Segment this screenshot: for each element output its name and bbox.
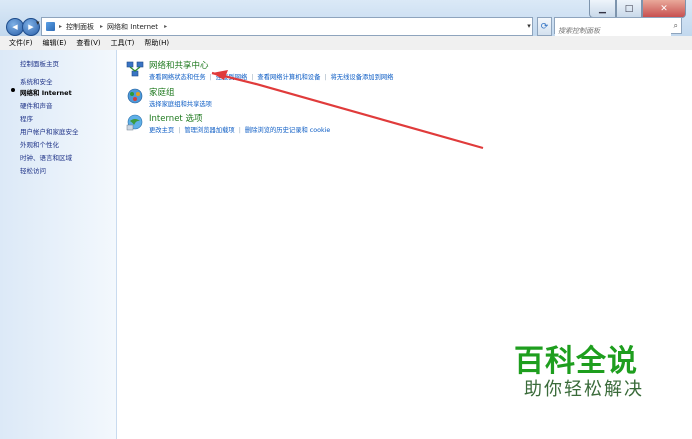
sidebar-item-hardware-sound[interactable]: 硬件和声音 <box>20 100 53 110</box>
sidebar-item-network-internet[interactable]: 网络和 Internet <box>20 87 72 97</box>
breadcrumb-separator: ▸ <box>59 23 63 30</box>
network-center-icon <box>126 61 144 77</box>
search-icon[interactable]: ⌕ <box>674 21 678 31</box>
sidebar-item-ease-of-access[interactable]: 轻松访问 <box>20 165 46 175</box>
active-bullet-icon <box>11 88 15 92</box>
breadcrumb-control-panel[interactable]: 控制面板 <box>66 22 94 32</box>
category-title-network-sharing[interactable]: 网络和共享中心 <box>149 59 393 71</box>
sidebar-item-user-accounts[interactable]: 用户帐户和家庭安全 <box>20 126 79 136</box>
breadcrumb-network-internet[interactable]: 网络和 Internet <box>107 22 158 32</box>
search-box[interactable]: ⌕ <box>554 17 682 39</box>
link-separator: | <box>324 74 327 81</box>
recent-pages-dropdown[interactable]: ▾ <box>36 19 40 27</box>
forward-arrow-icon: ▶ <box>28 23 34 31</box>
internet-options-icon <box>126 114 143 131</box>
sidebar-item-appearance[interactable]: 外观和个性化 <box>20 139 59 149</box>
link-separator: | <box>209 74 212 81</box>
sidebar-item-system-security[interactable]: 系统和安全 <box>20 76 53 86</box>
address-bar[interactable]: ▸ 控制面板 ▸ 网络和 Internet ▸ <box>41 17 533 36</box>
minimize-button[interactable]: ▁ <box>589 0 616 18</box>
sidebar-item-clock-language[interactable]: 时钟、语言和区域 <box>20 152 72 162</box>
link-connect-to-network[interactable]: 连接到网络 <box>216 74 247 81</box>
title-bar: ▁ □ ✕ ◀ ▶ ▾ ▸ 控制面板 ▸ 网络和 Internet ▸ ▾ ⟳ … <box>0 0 692 39</box>
address-dropdown-button[interactable]: ▾ <box>524 18 534 33</box>
link-separator: | <box>178 127 181 134</box>
sidebar-home-link[interactable]: 控制面板主页 <box>20 58 59 68</box>
back-arrow-icon: ◀ <box>12 23 18 31</box>
link-change-homepage[interactable]: 更改主页 <box>149 127 174 134</box>
breadcrumb-separator: ▸ <box>100 23 104 30</box>
maximize-button[interactable]: □ <box>616 0 642 18</box>
category-title-homegroup[interactable]: 家庭组 <box>149 86 212 98</box>
category-network-sharing: 网络和共享中心 查看网络状态和任务 | 连接到网络 | 查看网络计算机和设备 | 将无线设备… <box>125 59 393 81</box>
menu-tools[interactable]: 工具(T) <box>111 38 135 48</box>
control-panel-window: ▁ □ ✕ ◀ ▶ ▾ ▸ 控制面板 ▸ 网络和 Internet ▸ ▾ ⟳ … <box>0 0 692 439</box>
link-view-network-computers[interactable]: 查看网络计算机和设备 <box>257 74 320 81</box>
link-manage-addons[interactable]: 管理浏览器加载项 <box>184 127 234 134</box>
link-view-network-status[interactable]: 查看网络状态和任务 <box>149 74 206 81</box>
link-add-wireless-device[interactable]: 将无线设备添加到网络 <box>331 74 394 81</box>
refresh-icon: ⟳ <box>540 21 549 32</box>
menu-help[interactable]: 帮助(H) <box>144 38 169 48</box>
category-internet-options: Internet 选项 更改主页 | 管理浏览器加载项 | 删除浏览的历史记录和 coo… <box>125 112 330 134</box>
close-button[interactable]: ✕ <box>642 0 686 18</box>
link-delete-history[interactable]: 删除浏览的历史记录和 cookie <box>245 127 330 134</box>
homegroup-icon <box>127 88 143 104</box>
category-homegroup: 家庭组 选择家庭组和共享选项 <box>125 86 212 108</box>
menu-bar: 文件(F) 编辑(E) 查看(V) 工具(T) 帮助(H) <box>0 36 692 51</box>
menu-view[interactable]: 查看(V) <box>76 38 100 48</box>
window-controls: ▁ □ ✕ <box>589 0 686 18</box>
watermark: 百科全说 助你轻松解决 <box>514 345 644 401</box>
watermark-subtitle: 助你轻松解决 <box>524 379 644 400</box>
link-separator: | <box>251 74 254 81</box>
sidebar-item-programs[interactable]: 程序 <box>20 113 33 123</box>
breadcrumb-separator: ▸ <box>164 23 168 30</box>
sidebar: 控制面板主页 系统和安全 网络和 Internet 硬件和声音 程序 用户帐户和… <box>0 50 117 439</box>
control-panel-icon <box>46 22 55 31</box>
link-separator: | <box>238 127 241 134</box>
link-homegroup-options[interactable]: 选择家庭组和共享选项 <box>149 101 212 108</box>
category-title-internet-options[interactable]: Internet 选项 <box>149 112 330 124</box>
refresh-button[interactable]: ⟳ <box>537 17 552 36</box>
menu-file[interactable]: 文件(F) <box>9 38 33 48</box>
menu-edit[interactable]: 编辑(E) <box>43 38 67 48</box>
watermark-title: 百科全说 <box>514 344 638 379</box>
